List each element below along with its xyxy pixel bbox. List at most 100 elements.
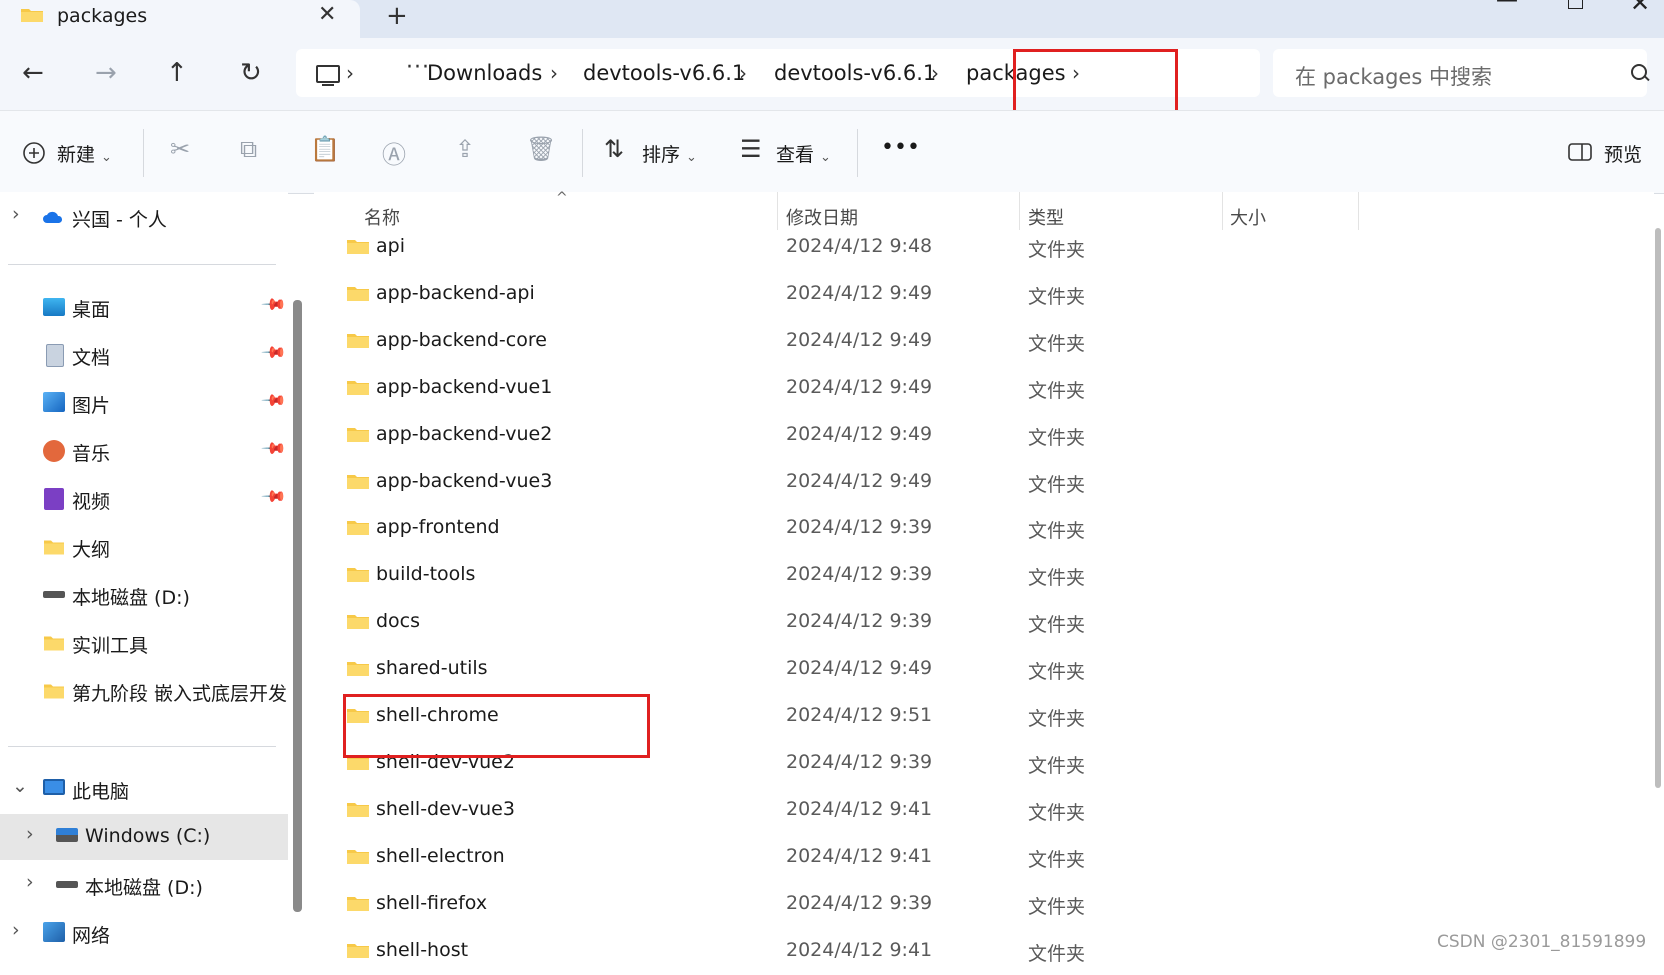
sort-icon[interactable]: ⇅ xyxy=(604,135,624,163)
file-name[interactable]: app-backend-vue3 xyxy=(376,470,552,492)
new-button[interactable]: 新建 ⌄ xyxy=(57,140,112,167)
file-name[interactable]: app-backend-core xyxy=(376,329,547,351)
chevron-down-icon[interactable]: ⌄ xyxy=(12,775,28,797)
chevron-right-icon[interactable]: › xyxy=(550,61,558,85)
file-name[interactable]: build-tools xyxy=(376,563,475,585)
file-name[interactable]: shell-host xyxy=(376,939,468,961)
sidebar-item-documents[interactable]: 文档 📌 xyxy=(0,332,288,378)
view-button[interactable]: 查看 ⌄ xyxy=(776,140,831,167)
pin-icon[interactable]: 📌 xyxy=(260,483,288,511)
chevron-right-icon[interactable]: › xyxy=(346,61,354,85)
chevron-right-icon[interactable]: › xyxy=(931,61,939,85)
close-tab-icon[interactable]: ✕ xyxy=(318,2,336,27)
file-date: 2024/4/12 9:49 xyxy=(786,657,933,680)
table-row[interactable]: app-backend-vue1 2024/4/12 9:49 文件夹 xyxy=(314,365,1654,412)
file-name[interactable]: app-backend-vue1 xyxy=(376,376,552,398)
file-name[interactable]: shell-electron xyxy=(376,845,505,867)
pin-icon[interactable]: 📌 xyxy=(260,435,288,463)
sidebar-item-this-pc[interactable]: ⌄ 此电脑 xyxy=(0,766,288,812)
pin-icon[interactable]: 📌 xyxy=(260,387,288,415)
chevron-right-icon[interactable]: › xyxy=(26,823,34,845)
table-row[interactable]: docs 2024/4/12 9:39 文件夹 xyxy=(314,599,1654,646)
file-name[interactable]: docs xyxy=(376,610,420,632)
sidebar-item-network[interactable]: › 网络 xyxy=(0,910,288,956)
sidebar-item-label: 第九阶段 嵌入式底层开发之 xyxy=(72,683,288,705)
paste-icon[interactable]: 📋 xyxy=(310,135,340,163)
file-name[interactable]: shared-utils xyxy=(376,657,488,679)
sidebar-item-desktop[interactable]: 桌面 📌 xyxy=(0,284,288,330)
sort-label: 排序 xyxy=(642,144,681,166)
back-arrow-icon[interactable]: ← xyxy=(22,58,44,88)
refresh-icon[interactable]: ↻ xyxy=(240,58,262,88)
table-row[interactable]: api 2024/4/12 9:48 文件夹 xyxy=(314,224,1654,271)
nav-scrollbar[interactable] xyxy=(293,300,302,912)
pin-icon[interactable]: 📌 xyxy=(260,291,288,319)
breadcrumb-item-devtools[interactable]: devtools-v6.6.1 xyxy=(583,61,745,85)
desktop-icon xyxy=(43,298,65,316)
close-window-icon[interactable]: ✕ xyxy=(1630,0,1650,17)
list-scrollbar[interactable] xyxy=(1655,228,1661,788)
table-row[interactable]: app-backend-api 2024/4/12 9:49 文件夹 xyxy=(314,271,1654,318)
table-row[interactable]: app-backend-vue2 2024/4/12 9:49 文件夹 xyxy=(314,412,1654,459)
file-name[interactable]: app-backend-vue2 xyxy=(376,423,552,445)
sidebar-item-drive-d[interactable]: 本地磁盘 (D:) xyxy=(0,572,288,618)
sidebar-item-training-tools[interactable]: 实训工具 xyxy=(0,620,288,666)
sort-button[interactable]: 排序 ⌄ xyxy=(642,140,697,167)
new-tab-button[interactable]: + xyxy=(386,1,408,31)
search-icon[interactable] xyxy=(1631,64,1647,80)
view-icon[interactable]: ☰ xyxy=(740,135,762,163)
breadcrumb-item-downloads[interactable]: Downloads xyxy=(427,61,542,85)
file-name[interactable]: shell-firefox xyxy=(376,892,487,914)
preview-button[interactable]: 预览 xyxy=(1604,140,1642,167)
table-row[interactable]: shell-firefox 2024/4/12 9:39 文件夹 xyxy=(314,881,1654,928)
chevron-right-icon[interactable]: › xyxy=(26,871,34,893)
table-row[interactable]: shell-electron 2024/4/12 9:41 文件夹 xyxy=(314,834,1654,881)
sidebar-item-pictures[interactable]: 图片 📌 xyxy=(0,380,288,426)
table-row[interactable]: build-tools 2024/4/12 9:39 文件夹 xyxy=(314,552,1654,599)
sidebar-item-music[interactable]: 音乐 📌 xyxy=(0,428,288,474)
pin-icon[interactable]: 📌 xyxy=(260,339,288,367)
file-type: 文件夹 xyxy=(1028,285,1086,308)
delete-icon[interactable]: 🗑 xyxy=(526,135,556,163)
share-icon[interactable]: ⇪ xyxy=(455,135,475,163)
preview-pane-icon[interactable] xyxy=(1568,143,1592,161)
sidebar-item-outline[interactable]: 大纲 xyxy=(0,524,288,570)
more-options-button[interactable]: ••• xyxy=(881,135,920,160)
sort-ascending-icon: ^ xyxy=(556,190,568,206)
maximize-icon[interactable] xyxy=(1568,0,1583,9)
file-name[interactable]: api xyxy=(376,235,405,257)
toolbar-divider xyxy=(143,129,144,177)
document-icon xyxy=(46,344,64,367)
minimize-icon[interactable]: — xyxy=(1496,0,1518,13)
forward-arrow-icon[interactable]: → xyxy=(95,58,117,88)
chevron-right-icon[interactable]: › xyxy=(12,919,20,941)
table-row[interactable]: shell-dev-vue3 2024/4/12 9:41 文件夹 xyxy=(314,787,1654,834)
copy-icon[interactable]: ⧉ xyxy=(240,135,257,163)
file-name[interactable]: shell-dev-vue3 xyxy=(376,798,515,820)
sidebar-item-drive-d-2[interactable]: › 本地磁盘 (D:) xyxy=(0,862,288,908)
file-type: 文件夹 xyxy=(1028,942,1086,965)
toolbar-divider xyxy=(582,129,583,177)
folder-icon xyxy=(347,662,369,677)
breadcrumb-item-devtools-inner[interactable]: devtools-v6.6.1 xyxy=(774,61,936,85)
search-input[interactable]: 在 packages 中搜索 xyxy=(1273,49,1647,97)
monitor-icon[interactable] xyxy=(316,65,340,86)
cut-icon[interactable]: ✂ xyxy=(170,135,190,163)
file-name[interactable]: app-frontend xyxy=(376,516,500,538)
up-arrow-icon[interactable]: ↑ xyxy=(166,58,188,88)
table-row[interactable]: app-backend-core 2024/4/12 9:49 文件夹 xyxy=(314,318,1654,365)
file-name[interactable]: app-backend-api xyxy=(376,282,535,304)
chevron-right-icon[interactable]: › xyxy=(739,61,747,85)
file-date: 2024/4/12 9:39 xyxy=(786,750,933,773)
table-row[interactable]: app-backend-vue3 2024/4/12 9:49 文件夹 xyxy=(314,459,1654,506)
sidebar-item-videos[interactable]: 视频 📌 xyxy=(0,476,288,522)
sidebar-item-windows-c[interactable]: › Windows (C:) xyxy=(0,814,288,860)
sidebar-item-onedrive[interactable]: › 兴国 - 个人 xyxy=(0,194,288,240)
chevron-right-icon[interactable]: › xyxy=(12,203,20,225)
sidebar-item-stage-nine[interactable]: 第九阶段 嵌入式底层开发之 xyxy=(0,668,288,714)
new-plus-icon[interactable] xyxy=(23,142,45,164)
tab-packages[interactable]: packages ✕ xyxy=(0,0,360,40)
table-row[interactable]: app-frontend 2024/4/12 9:39 文件夹 xyxy=(314,505,1654,552)
table-row[interactable]: shared-utils 2024/4/12 9:49 文件夹 xyxy=(314,646,1654,693)
rename-icon[interactable]: Ⓐ xyxy=(382,135,406,170)
